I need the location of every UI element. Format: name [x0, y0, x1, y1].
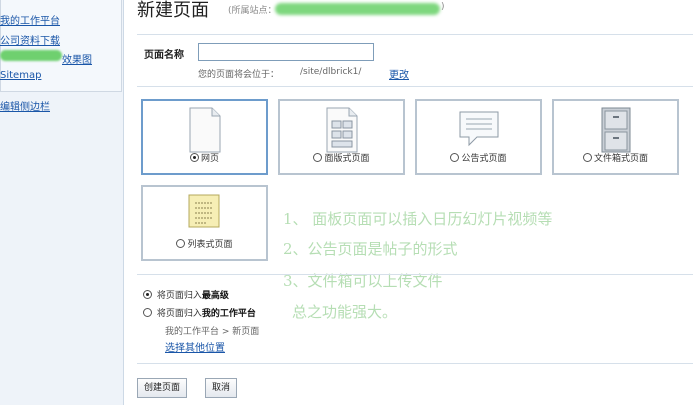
type-card-bulletin[interactable]: 公告式页面	[415, 99, 542, 175]
type-radio-filebox[interactable]	[582, 153, 592, 162]
panel-page-icon	[326, 107, 357, 153]
site-name-redacted	[275, 3, 440, 15]
type-label-webpage: 网页	[200, 154, 219, 164]
file-cabinet-icon	[601, 107, 630, 153]
sidebar-edit-link[interactable]: 编辑侧边栏	[0, 98, 50, 113]
page-title: 新建页面	[137, 0, 209, 21]
sidebar: 我的工作平台 公司资料下载 效果图 Sitemap 编辑侧边栏	[0, 0, 124, 405]
blank-page-icon	[189, 107, 220, 153]
annotation-note-1: 1、 面板页面可以插入日历幻灯片视频等	[283, 210, 553, 228]
placement-top-prefix: 将页面归入	[156, 291, 202, 301]
page-name-input[interactable]	[198, 43, 374, 61]
placement-option-platform[interactable]: 将页面归入我的工作平台	[143, 306, 256, 319]
create-page-button[interactable]: 创建页面	[137, 378, 188, 398]
type-radio-webpage[interactable]	[189, 153, 199, 162]
type-card-panel[interactable]: 面版式页面	[278, 99, 405, 175]
placement-breadcrumb: 我的工作平台 > 新页面	[165, 327, 260, 337]
placement-platform-bold: 我的工作平台	[201, 309, 256, 319]
type-radio-panel[interactable]	[313, 153, 323, 162]
change-location-link[interactable]: 更改	[389, 66, 409, 81]
sidebar-redacted-text	[0, 50, 62, 61]
sidebar-item-my-platform[interactable]: 我的工作平台	[0, 12, 60, 27]
list-page-icon	[188, 194, 219, 228]
location-path: /site/dlbrick1/	[300, 67, 362, 77]
placement-platform-prefix: 将页面归入	[156, 309, 202, 319]
type-card-list[interactable]: 列表式页面	[141, 185, 268, 261]
title-divider	[137, 34, 693, 35]
type-label-filebox: 文件箱式页面	[593, 154, 648, 164]
type-label-list: 列表式页面	[187, 240, 233, 250]
type-card-filebox[interactable]: 文件箱式页面	[552, 99, 679, 175]
bulletin-icon	[459, 111, 498, 147]
placement-option-top[interactable]: 将页面归入最高级	[143, 288, 229, 301]
placement-radio-top[interactable]	[143, 290, 152, 299]
sidebar-item-sitemap[interactable]: Sitemap	[0, 70, 41, 81]
name-divider	[137, 86, 693, 87]
type-label-bulletin: 公告式页面	[461, 154, 507, 164]
cancel-button[interactable]: 取消	[205, 378, 238, 398]
choose-other-location-link[interactable]: 选择其他位置	[165, 339, 225, 354]
sidebar-item-renderings[interactable]: 效果图	[62, 51, 92, 66]
site-note-suffix: )	[441, 2, 445, 12]
location-text: 您的页面将会位于：	[198, 70, 280, 80]
annotation-note-2: 2、公告页面是帖子的形式	[283, 240, 458, 258]
type-radio-list[interactable]	[176, 239, 186, 248]
placement-radio-platform[interactable]	[143, 308, 152, 317]
cards-divider	[137, 274, 693, 275]
page-name-label: 页面名称	[144, 50, 184, 61]
type-radio-bulletin[interactable]	[450, 153, 460, 162]
type-label-panel: 面版式页面	[324, 154, 370, 164]
site-note-prefix: (所属站点：	[228, 6, 277, 16]
buttons-divider	[137, 363, 693, 364]
placement-top-bold: 最高级	[201, 291, 229, 301]
sidebar-item-downloads[interactable]: 公司资料下载	[0, 32, 60, 47]
annotation-note-4: 总之功能强大。	[292, 303, 398, 321]
type-card-webpage[interactable]: 网页	[141, 99, 268, 175]
